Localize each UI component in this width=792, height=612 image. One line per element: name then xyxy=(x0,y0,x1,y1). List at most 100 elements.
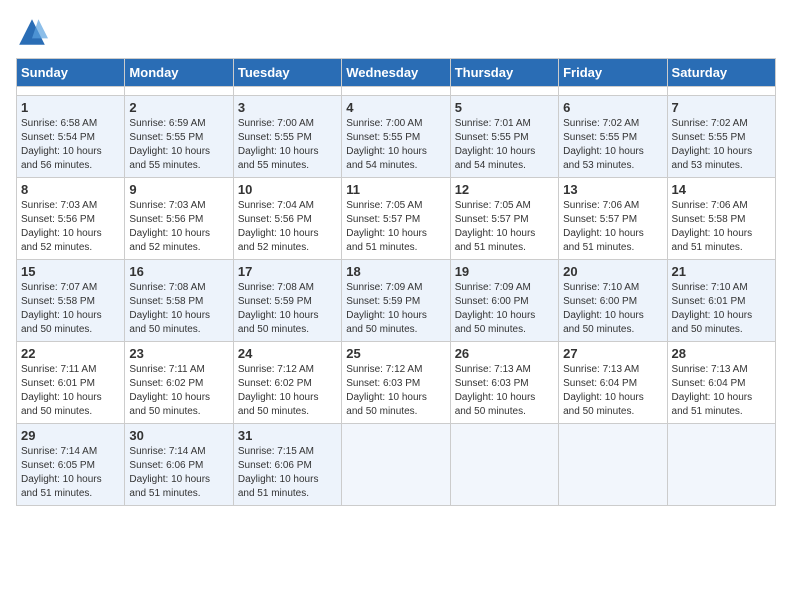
calendar-cell: 20 Sunrise: 7:10 AMSunset: 6:00 PMDayligh… xyxy=(559,260,667,342)
day-number: 25 xyxy=(346,346,445,361)
calendar-cell: 23Sunrise: 7:11 AMSunset: 6:02 PMDayligh… xyxy=(125,342,233,424)
calendar-cell: 13Sunrise: 7:06 AMSunset: 5:57 PMDayligh… xyxy=(559,178,667,260)
day-info: Sunrise: 7:09 AMSunset: 6:00 PMDaylight:… xyxy=(455,281,554,337)
day-number: 3 xyxy=(238,100,337,115)
calendar-week-row: 15 Sunrise: 7:07 AMSunset: 5:58 PMDayligh… xyxy=(17,260,776,342)
calendar-cell xyxy=(125,87,233,96)
calendar-cell: 21 Sunrise: 7:10 AMSunset: 6:01 PMDayligh… xyxy=(667,260,775,342)
calendar-cell: 18 Sunrise: 7:09 AMSunset: 5:59 PMDayligh… xyxy=(342,260,450,342)
day-info: Sunrise: 7:02 AMSunset: 5:55 PMDaylight:… xyxy=(672,117,771,173)
calendar-cell xyxy=(342,87,450,96)
calendar-cell xyxy=(559,424,667,506)
day-info: Sunrise: 7:05 AMSunset: 5:57 PMDaylight:… xyxy=(346,199,445,255)
day-info: Sunrise: 7:02 AMSunset: 5:55 PMDaylight:… xyxy=(563,117,662,173)
calendar-cell: 8Sunrise: 7:03 AMSunset: 5:56 PMDaylight… xyxy=(17,178,125,260)
day-number: 14 xyxy=(672,182,771,197)
day-number: 4 xyxy=(346,100,445,115)
day-info: Sunrise: 7:12 AMSunset: 6:02 PMDaylight:… xyxy=(238,363,337,419)
calendar-week-row xyxy=(17,87,776,96)
day-number: 18 xyxy=(346,264,445,279)
day-info: Sunrise: 7:00 AMSunset: 5:55 PMDaylight:… xyxy=(238,117,337,173)
day-number: 31 xyxy=(238,428,337,443)
calendar-cell xyxy=(233,87,341,96)
column-header-wednesday: Wednesday xyxy=(342,59,450,87)
page-header xyxy=(16,16,776,48)
day-info: Sunrise: 7:12 AMSunset: 6:03 PMDaylight:… xyxy=(346,363,445,419)
day-number: 29 xyxy=(21,428,120,443)
day-number: 10 xyxy=(238,182,337,197)
column-header-saturday: Saturday xyxy=(667,59,775,87)
column-header-sunday: Sunday xyxy=(17,59,125,87)
calendar-cell: 15 Sunrise: 7:07 AMSunset: 5:58 PMDayligh… xyxy=(17,260,125,342)
day-number: 30 xyxy=(129,428,228,443)
day-info: Sunrise: 6:59 AMSunset: 5:55 PMDaylight:… xyxy=(129,117,228,173)
calendar-week-row: 1 Sunrise: 6:58 AMSunset: 5:54 PMDaylight… xyxy=(17,96,776,178)
day-info: Sunrise: 7:07 AMSunset: 5:58 PMDaylight:… xyxy=(21,281,120,337)
day-number: 22 xyxy=(21,346,120,361)
calendar-table: SundayMondayTuesdayWednesdayThursdayFrid… xyxy=(16,58,776,506)
calendar-cell: 9 Sunrise: 7:03 AMSunset: 5:56 PMDaylight… xyxy=(125,178,233,260)
calendar-cell: 30Sunrise: 7:14 AMSunset: 6:06 PMDayligh… xyxy=(125,424,233,506)
calendar-cell: 10Sunrise: 7:04 AMSunset: 5:56 PMDayligh… xyxy=(233,178,341,260)
day-number: 20 xyxy=(563,264,662,279)
day-info: Sunrise: 7:01 AMSunset: 5:55 PMDaylight:… xyxy=(455,117,554,173)
day-number: 24 xyxy=(238,346,337,361)
calendar-cell: 31 Sunrise: 7:15 AMSunset: 6:06 PMDayligh… xyxy=(233,424,341,506)
day-info: Sunrise: 7:10 AMSunset: 6:01 PMDaylight:… xyxy=(672,281,771,337)
calendar-cell: 4Sunrise: 7:00 AMSunset: 5:55 PMDaylight… xyxy=(342,96,450,178)
day-number: 23 xyxy=(129,346,228,361)
calendar-cell xyxy=(342,424,450,506)
column-header-friday: Friday xyxy=(559,59,667,87)
day-number: 16 xyxy=(129,264,228,279)
day-number: 26 xyxy=(455,346,554,361)
calendar-cell: 1 Sunrise: 6:58 AMSunset: 5:54 PMDaylight… xyxy=(17,96,125,178)
calendar-week-row: 8 Sunrise: 7:03 AMSunset: 5:56 PMDaylight… xyxy=(17,178,776,260)
calendar-cell: 12 Sunrise: 7:05 AMSunset: 5:57 PMDayligh… xyxy=(450,178,558,260)
day-info: Sunrise: 7:10 AMSunset: 6:00 PMDaylight:… xyxy=(563,281,662,337)
day-info: Sunrise: 7:13 AMSunset: 6:04 PMDaylight:… xyxy=(563,363,662,419)
day-number: 17 xyxy=(238,264,337,279)
calendar-cell: 25 Sunrise: 7:12 AMSunset: 6:03 PMDayligh… xyxy=(342,342,450,424)
calendar-cell: 6Sunrise: 7:02 AMSunset: 5:55 PMDaylight… xyxy=(559,96,667,178)
day-number: 1 xyxy=(21,100,120,115)
calendar-cell: 22 Sunrise: 7:11 AMSunset: 6:01 PMDayligh… xyxy=(17,342,125,424)
column-header-monday: Monday xyxy=(125,59,233,87)
day-info: Sunrise: 7:14 AMSunset: 6:05 PMDaylight:… xyxy=(21,445,120,501)
calendar-cell: 24 Sunrise: 7:12 AMSunset: 6:02 PMDayligh… xyxy=(233,342,341,424)
day-number: 15 xyxy=(21,264,120,279)
day-number: 11 xyxy=(346,182,445,197)
day-info: Sunrise: 7:11 AMSunset: 6:01 PMDaylight:… xyxy=(21,363,120,419)
day-number: 9 xyxy=(129,182,228,197)
day-info: Sunrise: 7:08 AMSunset: 5:59 PMDaylight:… xyxy=(238,281,337,337)
day-info: Sunrise: 7:15 AMSunset: 6:06 PMDaylight:… xyxy=(238,445,337,501)
calendar-cell: 17 Sunrise: 7:08 AMSunset: 5:59 PMDayligh… xyxy=(233,260,341,342)
day-info: Sunrise: 7:03 AMSunset: 5:56 PMDaylight:… xyxy=(129,199,228,255)
day-number: 2 xyxy=(129,100,228,115)
calendar-cell xyxy=(667,87,775,96)
calendar-cell: 26 Sunrise: 7:13 AMSunset: 6:03 PMDayligh… xyxy=(450,342,558,424)
calendar-cell: 28Sunrise: 7:13 AMSunset: 6:04 PMDayligh… xyxy=(667,342,775,424)
day-info: Sunrise: 7:05 AMSunset: 5:57 PMDaylight:… xyxy=(455,199,554,255)
day-number: 19 xyxy=(455,264,554,279)
day-number: 8 xyxy=(21,182,120,197)
calendar-cell: 16 Sunrise: 7:08 AMSunset: 5:58 PMDayligh… xyxy=(125,260,233,342)
day-info: Sunrise: 6:58 AMSunset: 5:54 PMDaylight:… xyxy=(21,117,120,173)
calendar-cell: 5Sunrise: 7:01 AMSunset: 5:55 PMDaylight… xyxy=(450,96,558,178)
calendar-cell: 7 Sunrise: 7:02 AMSunset: 5:55 PMDaylight… xyxy=(667,96,775,178)
day-number: 7 xyxy=(672,100,771,115)
day-info: Sunrise: 7:09 AMSunset: 5:59 PMDaylight:… xyxy=(346,281,445,337)
day-info: Sunrise: 7:13 AMSunset: 6:04 PMDaylight:… xyxy=(672,363,771,419)
calendar-week-row: 29 Sunrise: 7:14 AMSunset: 6:05 PMDayligh… xyxy=(17,424,776,506)
day-number: 13 xyxy=(563,182,662,197)
calendar-cell: 19 Sunrise: 7:09 AMSunset: 6:00 PMDayligh… xyxy=(450,260,558,342)
day-info: Sunrise: 7:08 AMSunset: 5:58 PMDaylight:… xyxy=(129,281,228,337)
calendar-cell: 3 Sunrise: 7:00 AMSunset: 5:55 PMDaylight… xyxy=(233,96,341,178)
calendar-cell: 29 Sunrise: 7:14 AMSunset: 6:05 PMDayligh… xyxy=(17,424,125,506)
day-number: 21 xyxy=(672,264,771,279)
calendar-cell: 27 Sunrise: 7:13 AMSunset: 6:04 PMDayligh… xyxy=(559,342,667,424)
day-info: Sunrise: 7:13 AMSunset: 6:03 PMDaylight:… xyxy=(455,363,554,419)
day-number: 27 xyxy=(563,346,662,361)
column-header-thursday: Thursday xyxy=(450,59,558,87)
calendar-cell: 2 Sunrise: 6:59 AMSunset: 5:55 PMDaylight… xyxy=(125,96,233,178)
day-number: 12 xyxy=(455,182,554,197)
